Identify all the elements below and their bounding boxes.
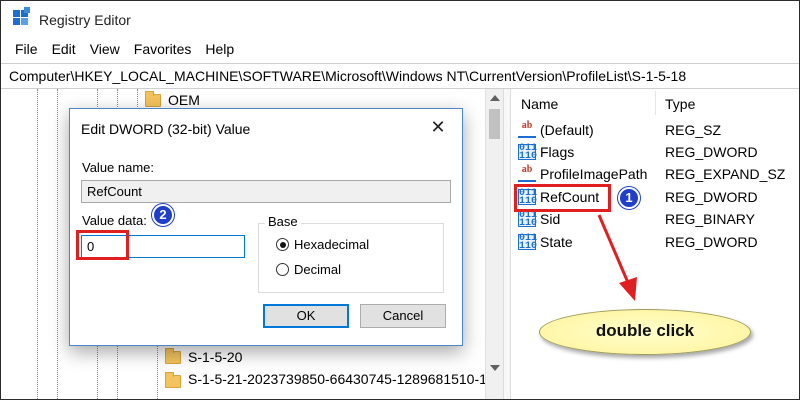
close-icon[interactable]: ✕ bbox=[428, 117, 448, 138]
string-value-icon: ab bbox=[518, 121, 536, 138]
scroll-down-arrow-icon[interactable] bbox=[490, 365, 500, 371]
base-label: Base bbox=[265, 214, 301, 229]
folder-icon bbox=[165, 372, 181, 388]
menu-favorites[interactable]: Favorites bbox=[128, 39, 198, 63]
binary-value-icon: 011 110 bbox=[518, 143, 538, 162]
value-type: REG_DWORD bbox=[665, 189, 758, 205]
hexadecimal-label: Hexadecimal bbox=[294, 237, 370, 252]
double-click-callout: double click bbox=[539, 309, 751, 355]
string-value-icon: ab bbox=[518, 165, 536, 182]
value-row-profileimagepath[interactable]: ab ProfileImagePath REG_EXPAND_SZ bbox=[511, 163, 799, 185]
column-header-name[interactable]: Name bbox=[511, 89, 655, 117]
menu-view[interactable]: View bbox=[84, 39, 126, 63]
scroll-up-arrow-icon[interactable] bbox=[490, 95, 500, 101]
tree-item-s-1-5-21[interactable]: S-1-5-21-2023739850-66430745-1289681510-… bbox=[188, 371, 503, 387]
registry-editor-icon bbox=[13, 7, 31, 28]
folder-icon bbox=[145, 91, 161, 107]
value-row-default[interactable]: ab (Default) REG_SZ bbox=[511, 119, 799, 141]
radio-unselected-icon[interactable] bbox=[276, 263, 289, 276]
address-bar[interactable]: Computer\HKEY_LOCAL_MACHINE\SOFTWARE\Mic… bbox=[1, 63, 799, 89]
decimal-label: Decimal bbox=[294, 262, 341, 277]
column-header-type[interactable]: Type bbox=[655, 89, 799, 117]
base-groupbox bbox=[258, 223, 444, 293]
tree-guide-line bbox=[37, 89, 38, 399]
ok-button[interactable]: OK bbox=[263, 304, 349, 328]
value-row-flags[interactable]: 011 110 Flags REG_DWORD bbox=[511, 141, 799, 163]
tree-vertical-scrollbar[interactable] bbox=[485, 89, 503, 399]
scroll-thumb[interactable] bbox=[489, 109, 500, 139]
tree-guide-line bbox=[137, 89, 138, 109]
down-arrow-icon bbox=[597, 214, 637, 301]
radio-selected-icon[interactable] bbox=[276, 238, 289, 251]
dialog-title: Edit DWORD (32-bit) Value bbox=[81, 121, 251, 137]
value-type: REG_DWORD bbox=[665, 234, 758, 250]
tree-item-oem[interactable]: OEM bbox=[168, 92, 200, 108]
window-title: Registry Editor bbox=[39, 12, 131, 28]
tree-guide-line bbox=[157, 339, 158, 399]
value-type: REG_BINARY bbox=[665, 211, 755, 227]
title-bar: Registry Editor bbox=[1, 1, 799, 39]
value-name: Flags bbox=[540, 144, 575, 160]
edit-dword-dialog: Edit DWORD (32-bit) Value ✕ Value name: … bbox=[69, 108, 463, 346]
value-type: REG_EXPAND_SZ bbox=[665, 166, 786, 182]
value-name-field: RefCount bbox=[81, 180, 451, 203]
value-row-state[interactable]: 011 110 State REG_DWORD bbox=[511, 231, 799, 253]
cancel-button[interactable]: Cancel bbox=[360, 304, 446, 328]
menu-bar: File Edit View Favorites Help bbox=[1, 39, 799, 63]
menu-file[interactable]: File bbox=[9, 39, 44, 63]
menu-edit[interactable]: Edit bbox=[46, 39, 82, 63]
value-name-label: Value name: bbox=[82, 160, 155, 175]
binary-value-icon: 011 110 bbox=[518, 233, 538, 252]
binary-value-icon: 011 110 bbox=[518, 210, 538, 229]
tree-guide-line bbox=[57, 89, 58, 399]
value-data-label: Value data: bbox=[82, 213, 147, 228]
value-name: ProfileImagePath bbox=[540, 166, 648, 182]
value-type: REG_SZ bbox=[665, 122, 722, 138]
tree-item-s-1-5-20[interactable]: S-1-5-20 bbox=[188, 349, 242, 365]
value-type: REG_DWORD bbox=[665, 144, 758, 160]
value-name: Sid bbox=[540, 211, 561, 227]
value-name: (Default) bbox=[540, 122, 594, 138]
value-name: State bbox=[540, 234, 573, 250]
menu-help[interactable]: Help bbox=[199, 39, 240, 63]
folder-icon bbox=[165, 348, 181, 364]
value-data-highlight-box bbox=[76, 230, 129, 260]
step-badge-2: 2 bbox=[152, 204, 174, 226]
pane-splitter[interactable] bbox=[503, 89, 511, 399]
registry-editor-window: Registry Editor File Edit View Favorites… bbox=[0, 0, 800, 400]
